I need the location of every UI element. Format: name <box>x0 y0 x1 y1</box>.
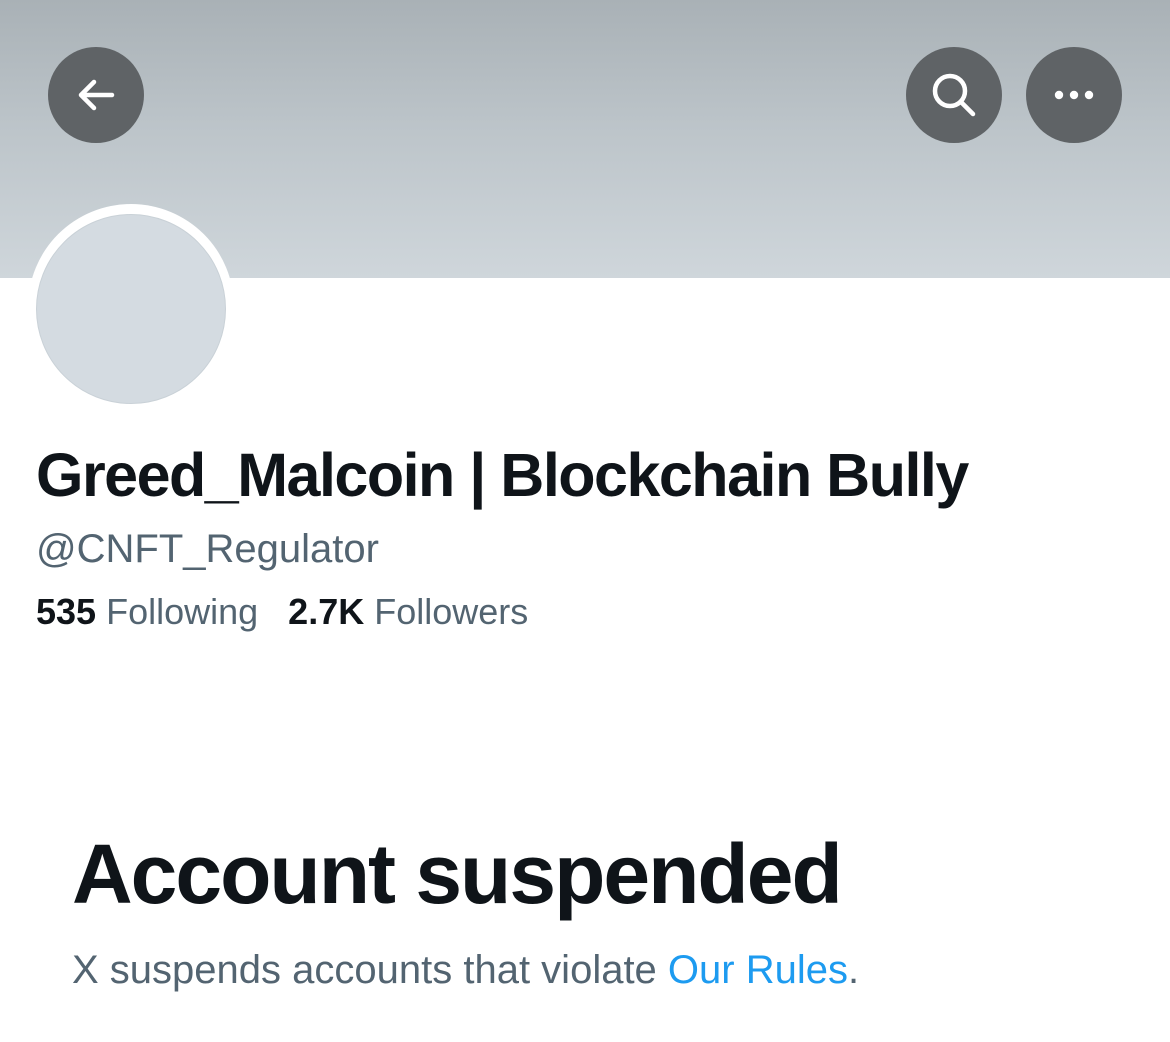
more-horizontal-icon <box>1054 90 1094 100</box>
profile-page: Greed_Malcoin | Blockchain Bully @CNFT_R… <box>0 0 1170 1042</box>
followers-count: 2.7K <box>288 591 365 632</box>
suspended-message-prefix: X suspends accounts that violate <box>72 948 668 992</box>
avatar[interactable] <box>36 214 226 404</box>
our-rules-link[interactable]: Our Rules <box>668 948 848 992</box>
following-count: 535 <box>36 591 97 632</box>
follow-stats: 535 Following 2.7K Followers <box>36 591 528 633</box>
followers-link[interactable]: 2.7K Followers <box>288 591 528 633</box>
suspended-message: X suspends accounts that violate Our Rul… <box>72 948 859 993</box>
display-name: Greed_Malcoin | Blockchain Bully <box>36 441 969 509</box>
more-options-button[interactable] <box>1026 47 1122 143</box>
following-link[interactable]: 535 Following <box>36 591 258 633</box>
followers-label: Followers <box>374 591 529 632</box>
following-label: Following <box>106 591 259 632</box>
user-handle: @CNFT_Regulator <box>36 527 379 571</box>
back-button[interactable] <box>48 47 144 143</box>
search-icon <box>932 73 976 117</box>
suspended-message-suffix: . <box>847 948 860 992</box>
search-button[interactable] <box>906 47 1002 143</box>
suspended-title: Account suspended <box>72 827 843 921</box>
arrow-left-icon <box>78 79 115 111</box>
